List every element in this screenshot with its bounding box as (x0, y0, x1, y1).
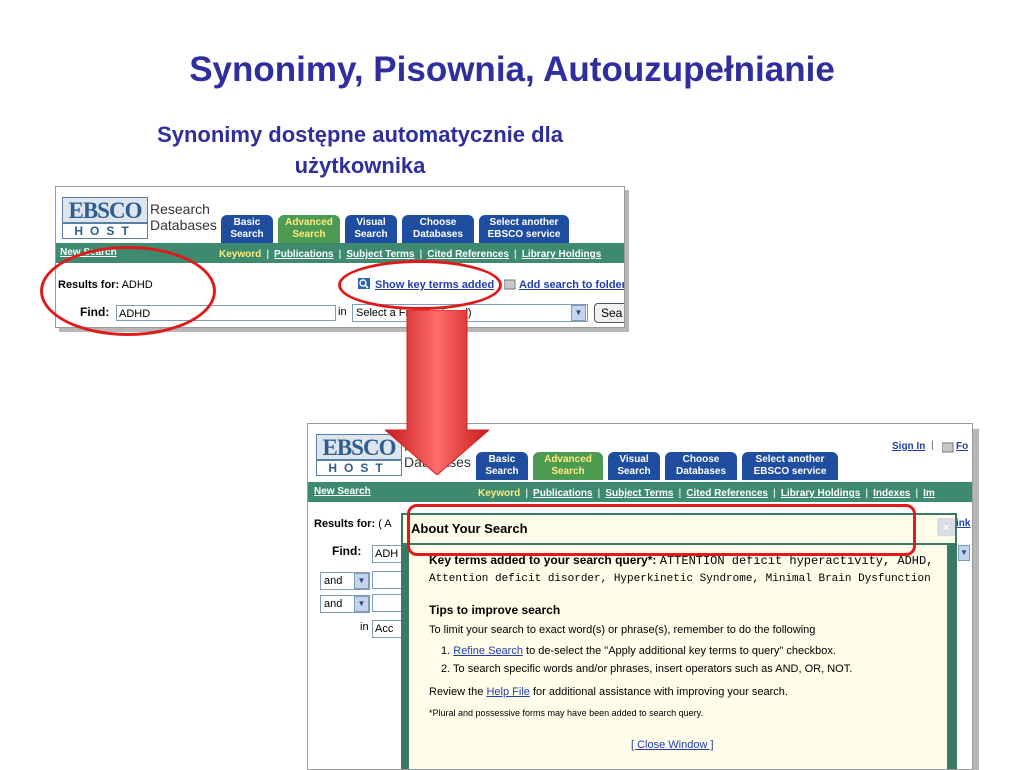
tab-select-ebsco-service-2[interactable]: Select another EBSCO service (742, 452, 838, 480)
screenshot-about-your-search: EBSCO HOST Research Databases Sign In | … (307, 423, 973, 770)
tip-1: 1. Refine Search to de-select the "Apply… (441, 645, 836, 657)
right-link[interactable]: ink (956, 518, 970, 529)
tab-choose-databases[interactable]: Choose Databases (402, 215, 474, 243)
logo-ebsco-text: EBSCO (62, 197, 148, 223)
search-button[interactable]: Sea (594, 303, 624, 323)
highlight-oval-key-terms (338, 260, 502, 310)
help-file-link[interactable]: Help File (486, 686, 529, 698)
tips-title: Tips to improve search (429, 603, 561, 617)
logo-research-databases: Research Databases (150, 201, 217, 233)
find-label-2: Find: (332, 544, 362, 558)
nav-links-2: Keyword | Publications | Subject Terms | Cited… (478, 488, 935, 499)
red-arrow-icon (385, 310, 489, 475)
tab-advanced-search[interactable]: Advanced Search (278, 215, 340, 243)
logo-databases: Databases (150, 217, 217, 233)
nav-bar-2: New Search Keyword | Publications | Subject … (308, 482, 972, 502)
nav-library-holdings[interactable]: Library Holdings (522, 249, 601, 260)
slide-title: Synonimy, Pisownia, Autouzupełnianie (189, 50, 835, 89)
highlight-popup-title (407, 504, 916, 556)
tips-intro: To limit your search to exact word(s) or… (429, 624, 816, 636)
key-terms-value-2: Attention deficit disorder, Hyperkinetic… (429, 573, 931, 585)
chevron-down-icon[interactable]: ▼ (571, 305, 586, 321)
tab-advanced-search-2[interactable]: Advanced Search (533, 452, 603, 480)
ebsco-logo[interactable]: EBSCO HOST (62, 197, 148, 239)
logo-host-text: HOST (62, 223, 148, 239)
results-for-2: Results for: ( A (314, 518, 392, 530)
in-label-2: in (360, 621, 369, 633)
subtitle-line-1: Synonimy dostępne automatycznie dla (157, 122, 563, 147)
sign-in-link[interactable]: Sign In (892, 441, 925, 452)
add-search-to-folder-link[interactable]: Add search to folder (519, 279, 624, 291)
folder-link[interactable]: Fo (956, 441, 968, 452)
popup-body: Key terms added to your search query*: A… (409, 545, 947, 769)
chevron-down-icon-4[interactable]: ▼ (958, 545, 970, 561)
tab-visual-search-2[interactable]: Visual Search (608, 452, 660, 480)
subtitle-line-2: użytkownika (294, 153, 426, 178)
key-terms-value-1: ATTENTION deficit hyperactivity, ADHD, (659, 554, 934, 568)
new-search-link-2[interactable]: New Search (314, 486, 371, 497)
chevron-down-icon-2[interactable]: ▼ (354, 573, 369, 589)
tab-basic-search[interactable]: Basic Search (221, 215, 273, 243)
tab-visual-search[interactable]: Visual Search (345, 215, 397, 243)
nav-links: Keyword | Publications | Subject Terms | Cited… (219, 249, 602, 260)
separator: | (931, 440, 934, 451)
nav-subject-terms[interactable]: Subject Terms (346, 249, 414, 260)
refine-search-link[interactable]: Refine Search (453, 645, 523, 657)
tab-select-ebsco-service[interactable]: Select another EBSCO service (479, 215, 569, 243)
nav-publications[interactable]: Publications (274, 249, 333, 260)
tab-choose-databases-2[interactable]: Choose Databases (665, 452, 737, 480)
in-label: in (338, 306, 347, 318)
nav-keyword[interactable]: Keyword (219, 249, 261, 260)
plural-note: *Plural and possessive forms may have be… (429, 708, 703, 718)
nav-cited-references[interactable]: Cited References (427, 249, 509, 260)
review-help: Review the Help File for additional assi… (429, 686, 788, 698)
folder-icon (504, 279, 516, 290)
logo-research: Research (150, 201, 210, 217)
folder-icon-2 (942, 442, 954, 453)
close-icon[interactable]: × (937, 518, 955, 536)
tip-2: 2. To search specific words and/or phras… (441, 663, 853, 675)
slide-subtitle: Synonimy dostępne automatycznie dla użyt… (60, 119, 660, 181)
highlight-oval-results (40, 246, 216, 336)
chevron-down-icon-3[interactable]: ▼ (354, 596, 369, 612)
close-window-link[interactable]: [ Close Window ] (631, 739, 714, 751)
